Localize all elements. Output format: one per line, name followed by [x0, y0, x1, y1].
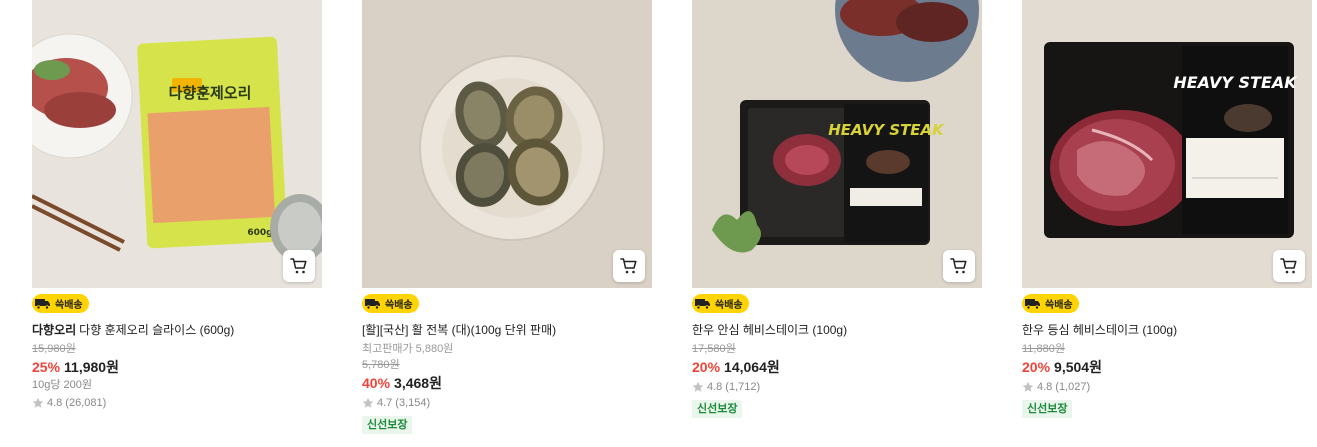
discount-rate: 20% [1022, 359, 1051, 375]
product-title[interactable]: 다향오리 다향 훈제오리 슬라이스 (600g) [32, 323, 322, 338]
product-name: [활][국산] 활 전복 (대)(100g 단위 판매) [362, 323, 557, 337]
add-to-cart-button[interactable] [613, 250, 645, 282]
delivery-truck-icon [365, 297, 381, 310]
product-title[interactable]: 한우 안심 헤비스테이크 (100g) [692, 323, 982, 338]
review-count: (26,081) [65, 397, 107, 409]
product-title[interactable]: [활][국산] 활 전복 (대)(100g 단위 판매) [362, 323, 652, 338]
rating-score: 4.8 [47, 397, 63, 409]
discount-rate: 20% [692, 359, 721, 375]
badge-label: 쓱배송 [1045, 300, 1073, 311]
add-to-cart-button[interactable] [943, 250, 975, 282]
delivery-truck-icon [35, 297, 51, 310]
rating-score: 4.8 [1037, 381, 1053, 393]
product-card[interactable]: HEAVY STEAK 쓱배송 한우 안심 헤비스테이크 (100g) 17,5… [692, 0, 982, 418]
product-name: 다향 훈제오리 슬라이스 (600g) [79, 323, 235, 337]
product-name: 한우 등심 헤비스테이크 (100g) [1022, 323, 1178, 337]
product-card[interactable]: HEAVY STEAK 쓱배송 한우 등심 헤비스테이크 (100g) 11,8… [1022, 0, 1312, 418]
product-image[interactable]: 다향훈제오리 600g [32, 0, 322, 288]
fresh-guarantee-tag: 신선보장 [362, 416, 413, 434]
cart-icon [950, 258, 967, 274]
add-to-cart-button[interactable] [283, 250, 315, 282]
delivery-badge: 쓱배송 [1022, 294, 1079, 313]
product-brand: 다향오리 [32, 323, 77, 337]
best-price: 최고판매가 5,880원 [362, 343, 454, 355]
delivery-badge: 쓱배송 [692, 294, 749, 313]
badge-label: 쓱배송 [715, 300, 743, 311]
package-weight: 600g [247, 228, 272, 238]
cart-icon [290, 258, 307, 274]
star-icon [1022, 381, 1034, 392]
unit-price: 10g당 200원 [32, 379, 93, 391]
price-row: 20% 9,504원 [1022, 358, 1312, 376]
original-price: 15,980원 [32, 343, 76, 355]
rating-score: 4.8 [707, 381, 723, 393]
discount-rate: 40% [362, 375, 391, 391]
star-icon [692, 381, 704, 392]
product-image[interactable]: HEAVY STEAK [692, 0, 982, 288]
product-image[interactable] [362, 0, 652, 288]
package-label: HEAVY STEAK [1173, 73, 1298, 92]
product-card[interactable]: 쓱배송 [활][국산] 활 전복 (대)(100g 단위 판매) 최고판매가 5… [362, 0, 652, 434]
sale-price: 11,980원 [64, 359, 119, 375]
review-count: (3,154) [395, 397, 431, 409]
cart-icon [620, 258, 637, 274]
product-grid: 다향훈제오리 600g 쓱배송 다향오리 다향 훈제오리 슬라이스 (600g)… [0, 0, 1317, 447]
fresh-guarantee-tag: 신선보장 [1022, 400, 1073, 418]
product-card[interactable]: 다향훈제오리 600g 쓱배송 다향오리 다향 훈제오리 슬라이스 (600g)… [32, 0, 322, 410]
product-name: 한우 안심 헤비스테이크 (100g) [692, 323, 848, 337]
package-label: HEAVY STEAK [828, 121, 945, 139]
product-image[interactable]: HEAVY STEAK [1022, 0, 1312, 288]
badge-label: 쓱배송 [385, 300, 413, 311]
delivery-truck-icon [695, 297, 711, 310]
badge-label: 쓱배송 [55, 300, 83, 311]
rating: 4.7 (3,154) [362, 396, 652, 410]
cart-icon [1280, 258, 1297, 274]
delivery-truck-icon [1025, 297, 1041, 310]
original-price: 17,580원 [692, 343, 736, 355]
add-to-cart-button[interactable] [1273, 250, 1305, 282]
review-count: (1,027) [1055, 381, 1091, 393]
sale-price: 9,504원 [1054, 359, 1102, 375]
price-row: 20% 14,064원 [692, 358, 982, 376]
delivery-badge: 쓱배송 [32, 294, 89, 313]
price-row: 40% 3,468원 [362, 374, 652, 392]
rating: 4.8 (1,712) [692, 380, 982, 394]
rating: 4.8 (26,081) [32, 396, 322, 410]
original-price: 5,780원 [362, 359, 400, 371]
star-icon [362, 397, 374, 408]
fresh-guarantee-tag: 신선보장 [692, 400, 743, 418]
original-price: 11,880원 [1022, 343, 1065, 355]
discount-rate: 25% [32, 359, 61, 375]
delivery-badge: 쓱배송 [362, 294, 419, 313]
rating: 4.8 (1,027) [1022, 380, 1312, 394]
package-label: 다향훈제오리 [169, 84, 252, 102]
price-row: 25% 11,980원 [32, 358, 322, 376]
product-title[interactable]: 한우 등심 헤비스테이크 (100g) [1022, 323, 1312, 338]
star-icon [32, 397, 44, 408]
review-count: (1,712) [725, 381, 761, 393]
sale-price: 3,468원 [394, 375, 442, 391]
sale-price: 14,064원 [724, 359, 780, 375]
rating-score: 4.7 [377, 397, 393, 409]
